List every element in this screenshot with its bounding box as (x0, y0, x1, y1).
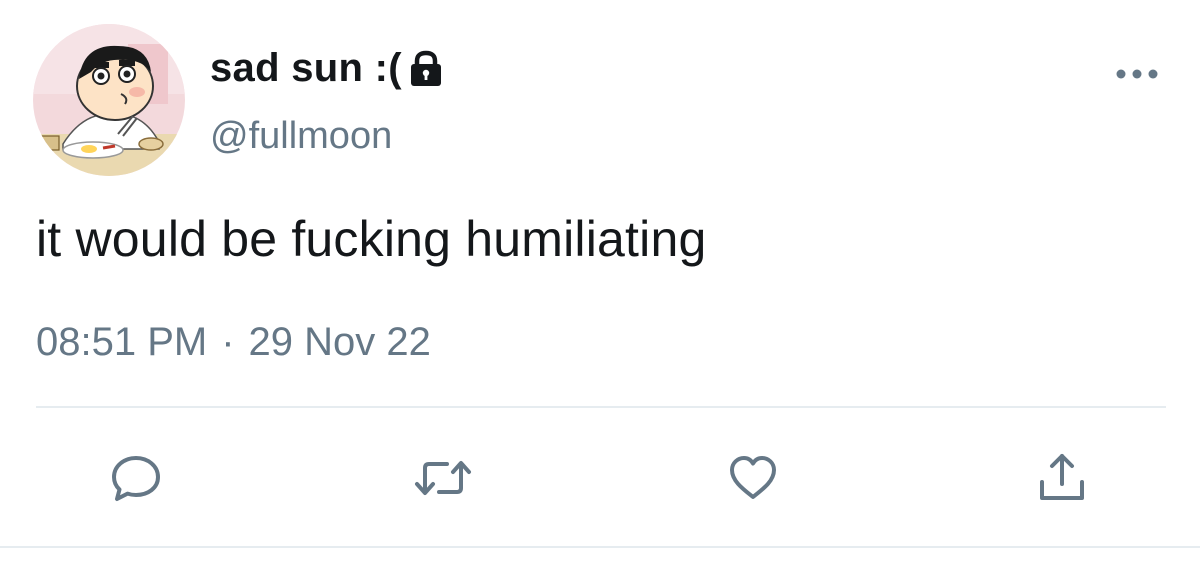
tweet-text: it would be fucking humiliating (36, 211, 707, 267)
action-bar (0, 440, 1200, 520)
share-icon (1034, 450, 1090, 511)
divider (36, 406, 1166, 408)
heart-icon (725, 450, 781, 511)
author-name-row: sad sun :( (210, 40, 444, 96)
tweet-date: 29 Nov 22 (248, 320, 431, 364)
reply-icon (108, 450, 164, 511)
tweet-timestamp[interactable]: 08:51 PM · 29 Nov 22 (36, 320, 431, 365)
tweet-time: 08:51 PM (36, 320, 208, 364)
display-name[interactable]: sad sun :( (210, 46, 402, 91)
bottom-divider (0, 546, 1200, 548)
timestamp-separator: · (221, 320, 235, 364)
tweet-card: sad sun :( @fullmoon it would be fucking… (0, 0, 1200, 565)
author-handle[interactable]: @fullmoon (210, 115, 392, 158)
like-button[interactable] (713, 440, 793, 520)
reply-button[interactable] (96, 440, 176, 520)
retweet-button[interactable] (403, 440, 483, 520)
retweet-icon (413, 450, 473, 511)
more-icon[interactable] (1113, 64, 1161, 84)
share-button[interactable] (1022, 440, 1102, 520)
avatar[interactable] (33, 24, 185, 176)
lock-icon (408, 50, 444, 93)
